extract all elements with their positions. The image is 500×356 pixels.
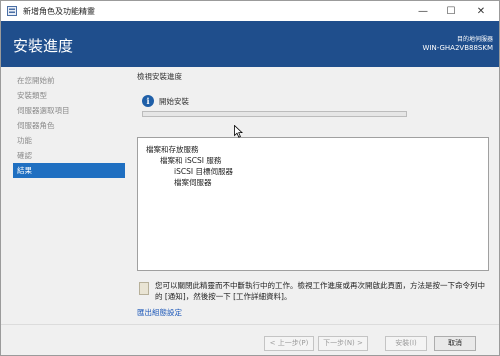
nav-step-results[interactable]: 結果	[13, 163, 125, 178]
wizard-body: 在您開始前 安裝類型 伺服器選取項目 伺服器角色 功能 確認 結果 檢視安裝進度…	[1, 67, 499, 324]
window-title: 新增角色及功能精靈	[23, 7, 95, 16]
notification-note: 您可以關閉此精靈而不中斷執行中的工作。檢視工作進度或再次開啟此頁面，方法是按一下…	[137, 278, 489, 308]
section-label: 檢視安裝進度	[137, 72, 182, 81]
minimize-button[interactable]: —	[409, 1, 437, 21]
note-text: 您可以關閉此精靈而不中斷執行中的工作。檢視工作進度或再次開啟此頁面，方法是按一下…	[155, 281, 485, 301]
wizard-header: 安裝進度 目的地伺服器 WIN-GHA2VB88SKM	[1, 21, 499, 67]
next-button[interactable]: 下一步(N) >	[318, 336, 368, 351]
close-button[interactable]: ✕	[467, 1, 495, 21]
result-item: 檔案伺服器	[174, 178, 212, 187]
info-icon: i	[142, 95, 154, 107]
nav-step-server-roles: 伺服器角色	[17, 121, 55, 130]
install-button[interactable]: 安裝(I)	[385, 336, 427, 351]
wizard-steps-nav: 在您開始前 安裝類型 伺服器選取項目 伺服器角色 功能 確認 結果	[13, 73, 125, 178]
install-status-text: 開始安裝	[159, 97, 189, 106]
note-icon	[139, 282, 149, 295]
install-results-list[interactable]: 檔案和存放服務 檔案和 iSCSI 服務 iSCSI 目標伺服器 檔案伺服器	[137, 137, 489, 271]
result-item: 檔案和 iSCSI 服務	[160, 156, 222, 165]
nav-step-features: 功能	[17, 136, 32, 145]
nav-step-installation-type: 安裝類型	[17, 91, 47, 100]
nav-step-before-you-begin: 在您開始前	[17, 76, 55, 85]
destination-server-label: 目的地伺服器	[456, 36, 493, 43]
nav-step-server-selection: 伺服器選取項目	[17, 106, 70, 115]
page-title: 安裝進度	[13, 37, 74, 55]
mouse-cursor-icon	[234, 125, 243, 138]
destination-server-name: WIN-GHA2VB88SKM	[422, 44, 493, 52]
cancel-button[interactable]: 取消	[434, 336, 476, 351]
nav-step-confirmation: 確認	[17, 151, 32, 160]
main-content: 檢視安裝進度 i 開始安裝 檔案和存放服務 檔案和 iSCSI 服務 iSCSI…	[137, 71, 489, 301]
title-bar: 新增角色及功能精靈 — ☐ ✕	[1, 1, 499, 21]
maximize-button[interactable]: ☐	[437, 1, 465, 21]
server-manager-icon	[7, 6, 17, 16]
wizard-window: 新增角色及功能精靈 — ☐ ✕ 安裝進度 目的地伺服器 WIN-GHA2VB88…	[0, 0, 500, 356]
export-configuration-link[interactable]: 匯出組態設定	[137, 307, 182, 318]
install-progress-bar	[142, 111, 407, 117]
result-item: 檔案和存放服務	[146, 145, 199, 154]
previous-button[interactable]: < 上一步(P)	[264, 336, 314, 351]
wizard-footer: < 上一步(P) 下一步(N) > 安裝(I) 取消	[1, 324, 499, 355]
result-item: iSCSI 目標伺服器	[174, 167, 233, 176]
